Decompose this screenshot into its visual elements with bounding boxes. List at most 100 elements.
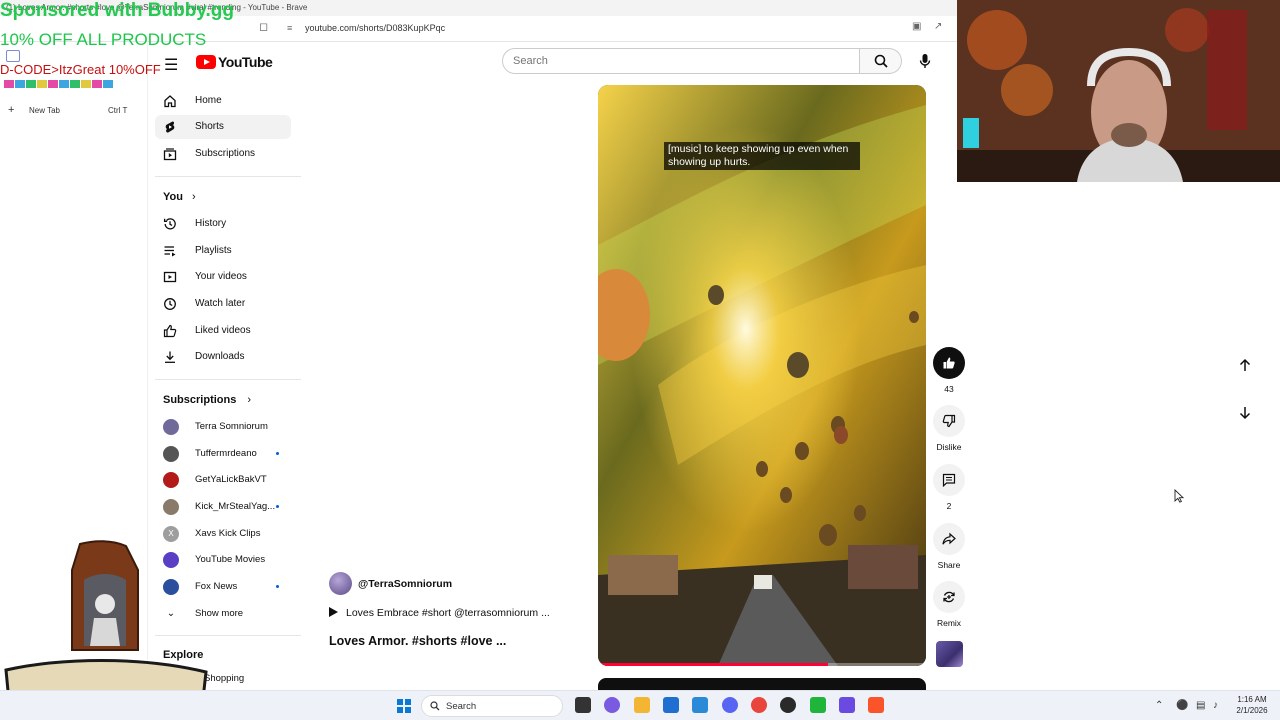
chrome-icon[interactable] [751, 697, 767, 713]
site-info-icon[interactable]: ≡ [287, 23, 292, 33]
shorts-icon [163, 120, 177, 134]
sidebar-item-label: Downloads [195, 351, 245, 362]
windows-taskbar: Search ⌃ ⚫ ▤ ♪ 1:16 AM 2/1/2026 [0, 690, 1280, 720]
arrow-down-icon [1239, 407, 1251, 420]
remix-label: Remix [936, 618, 962, 628]
app-purple-icon[interactable] [839, 697, 855, 713]
sidebar-item-downloads[interactable]: Downloads [155, 345, 291, 369]
playlists-icon [163, 244, 177, 258]
discord-icon[interactable] [722, 697, 738, 713]
sidebar-item-shorts[interactable]: Shorts [155, 115, 291, 139]
search-icon [874, 54, 888, 68]
promo-color-strip [4, 80, 113, 88]
new-tab-button[interactable]: + New Tab Ctrl T [8, 104, 140, 120]
url-text[interactable]: youtube.com/shorts/D083KupKPqc [305, 23, 445, 33]
remix-button[interactable] [933, 581, 965, 613]
sound-thumbnail[interactable] [936, 641, 963, 667]
tab-sidebar-icon[interactable] [6, 50, 20, 62]
microphone-icon [919, 54, 931, 68]
sidebar-divider [155, 379, 301, 380]
sidebar-item-label: Playlists [195, 245, 232, 256]
sidebar-item-liked-videos[interactable]: Liked videos [155, 319, 291, 343]
windows-start-icon[interactable] [397, 699, 411, 713]
taskbar-search-label: Search [446, 701, 477, 712]
like-button[interactable] [933, 347, 965, 379]
comment-count: 2 [946, 501, 952, 511]
tray-network-icon[interactable]: ▤ [1196, 700, 1205, 711]
tray-mic-icon[interactable]: ⚫ [1176, 700, 1188, 711]
store-icon[interactable] [663, 697, 679, 713]
share-page-icon[interactable]: ↗ [934, 21, 942, 32]
sidebar-item-watch-later[interactable]: Watch later [155, 292, 291, 316]
channel-name: Tuffermrdeano [195, 448, 257, 459]
dislike-action: Dislike [933, 405, 965, 452]
you-heading-label: You [163, 191, 183, 203]
copilot-icon[interactable] [604, 697, 620, 713]
sidebar-item-history[interactable]: History [155, 212, 291, 236]
short-description-link[interactable]: Loves Embrace #short @terrasomniorum ... [329, 607, 550, 619]
voice-search-button[interactable] [912, 48, 938, 74]
video-progress-fill [598, 663, 828, 666]
new-tab-shortcut: Ctrl T [108, 106, 128, 115]
youtube-logo[interactable]: YouTube [196, 54, 273, 70]
next-short-button[interactable] [1231, 399, 1259, 427]
new-tab-label: New Tab [29, 106, 60, 115]
arrow-up-icon [1239, 358, 1251, 371]
like-count: 43 [944, 384, 954, 394]
sidebar-item-playlists[interactable]: Playlists [155, 239, 291, 263]
remix-action: Remix [933, 581, 965, 628]
tray-chevron-icon[interactable]: ⌃ [1155, 700, 1163, 711]
sidebar-item-shopping[interactable]: Shopping [204, 673, 244, 684]
sidebar-item-subscriptions[interactable]: Subscriptions [155, 142, 291, 166]
app-green-icon[interactable] [810, 697, 826, 713]
sidebar-channel-tuffermrdeano[interactable]: Tuffermrdeano [155, 442, 291, 466]
bookmark-icon[interactable]: ◻ [259, 20, 268, 33]
video-progress-bar[interactable] [598, 663, 926, 666]
youtube-wordmark: YouTube [218, 54, 273, 70]
taskbar-clock[interactable]: 1:16 AM 2/1/2026 [1228, 694, 1276, 716]
mouse-cursor-icon [1174, 489, 1184, 503]
previous-short-button[interactable] [1231, 351, 1259, 379]
comments-button[interactable] [933, 464, 965, 496]
play-icon [329, 607, 338, 617]
sidebar-item-your-videos[interactable]: Your videos [155, 265, 291, 289]
comment-icon [942, 473, 956, 487]
menu-icon[interactable]: ☰ [164, 55, 178, 75]
share-button[interactable] [933, 523, 965, 555]
cast-icon[interactable]: ▣ [912, 21, 921, 32]
task-view-icon[interactable] [575, 697, 591, 713]
sidebar-channel-terra-somniorum[interactable]: Terra Somniorum [155, 415, 291, 439]
channel-handle[interactable]: @TerraSomniorum [358, 578, 452, 590]
new-content-dot [276, 452, 279, 455]
remix-icon [943, 591, 955, 603]
edge-icon[interactable] [692, 697, 708, 713]
webcam-overlay [957, 0, 1280, 182]
search-input[interactable] [503, 49, 859, 73]
promo-sponsor-text: Sponsored with Bubby.gg [0, 0, 234, 21]
tray-volume-icon[interactable]: ♪ [1213, 700, 1218, 711]
sidebar-channel-kick-mrstealyag[interactable]: Kick_MrStealYag... [155, 495, 291, 519]
video-frame [598, 85, 926, 666]
sidebar-item-home[interactable]: Home [155, 89, 291, 113]
search-icon [430, 701, 440, 711]
chevron-right-icon: › [247, 394, 252, 406]
channel-name: GetYaLickBakVT [195, 474, 267, 485]
sidebar-subscriptions-heading[interactable]: Subscriptions › [163, 394, 251, 406]
shorts-video-player[interactable]: [music] to keep showing up even when sho… [598, 85, 926, 666]
next-short-preview[interactable] [598, 678, 926, 690]
taskbar-search[interactable]: Search [421, 695, 563, 717]
brave-icon[interactable] [868, 697, 884, 713]
dislike-button[interactable] [933, 405, 965, 437]
search-button[interactable] [860, 48, 902, 74]
obs-icon[interactable] [780, 697, 796, 713]
short-title[interactable]: Loves Armor. #shorts #love ... [329, 634, 506, 648]
thumbs-up-icon [163, 324, 177, 338]
file-explorer-icon[interactable] [634, 697, 650, 713]
sidebar-you-heading[interactable]: You › [163, 191, 196, 203]
dislike-label: Dislike [936, 442, 962, 452]
promo-discount-text: 10% OFF ALL PRODUCTS [0, 30, 207, 49]
home-icon [163, 94, 177, 108]
channel-avatar[interactable] [329, 572, 352, 595]
sidebar-channel-getyalickbakvt[interactable]: GetYaLickBakVT [155, 468, 291, 492]
comments-action: 2 [933, 464, 965, 511]
